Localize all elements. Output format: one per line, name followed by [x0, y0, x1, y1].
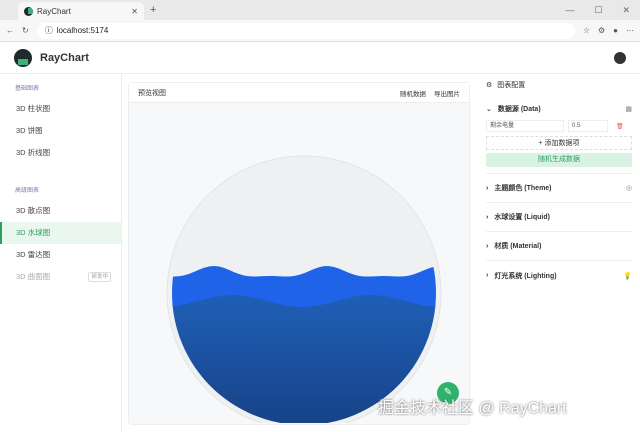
random-data-button[interactable]: 随机数据 [400, 88, 426, 98]
info-icon: ⓘ [44, 26, 53, 35]
tab-title: RayChart [37, 6, 71, 16]
browser-tab-bar: RayChart ✕ + — ☐ ✕ [0, 0, 640, 20]
sidebar-item-scatter[interactable]: 3D 散点图 [0, 200, 121, 222]
palette-icon: ◎ [625, 185, 632, 192]
wip-badge: 研发中 [88, 272, 111, 282]
section-label: 水球设置 (Liquid) [494, 214, 550, 221]
item-label: 3D 曲面图 [16, 272, 51, 281]
section-theme[interactable]: › 主题颜色 (Theme) ◎ [486, 174, 632, 203]
section-liquid[interactable]: › 水球设置 (Liquid) [486, 203, 632, 232]
sidebar-item-radar[interactable]: 3D 雷达图 [0, 244, 121, 266]
chevron-right-icon: › [486, 272, 489, 279]
sidebar-item-pie[interactable]: 3D 饼图 [0, 120, 121, 142]
group-label: 高级图表 [15, 188, 40, 194]
item-label: 3D 雷达图 [16, 250, 51, 259]
app-title: RayChart [40, 51, 89, 64]
item-label: 3D 饼图 [16, 126, 43, 135]
back-icon[interactable]: ← [6, 26, 14, 35]
profile-icon[interactable]: ● [613, 26, 618, 35]
favicon-icon [24, 6, 33, 16]
logo-icon [14, 48, 32, 67]
sidebar: 基础图表 3D 柱状图 3D 饼图 3D 折线图 高级图表 3D 散点图 3D … [0, 74, 122, 432]
maximize-icon[interactable]: ☐ [594, 5, 602, 16]
item-label: 3D 散点图 [16, 206, 51, 215]
section-label: 灯光系统 (Lighting) [494, 272, 557, 280]
new-tab-button[interactable]: + [150, 4, 156, 16]
sidebar-item-bar[interactable]: 3D 柱状图 [0, 98, 121, 120]
item-label: 3D 折线图 [16, 148, 51, 157]
data-name-input[interactable]: 剩余电量 [486, 120, 564, 132]
random-generate-button[interactable]: 随机生成数据 [486, 153, 632, 167]
grid-icon[interactable]: ▦ [625, 105, 632, 113]
chevron-down-icon[interactable]: ⌄ [486, 105, 492, 113]
liquid-chart-canvas[interactable] [129, 103, 469, 431]
section-material[interactable]: › 材质 (Material) [486, 232, 632, 261]
sidebar-item-liquid[interactable]: 3D 水球图 [0, 222, 121, 244]
extensions-icon[interactable]: ⚙ [598, 26, 605, 35]
section-label: 主题颜色 (Theme) [494, 185, 552, 192]
item-label: 3D 水球图 [16, 228, 51, 237]
config-panel: ⚙ 图表配置 ⌄ 数据源 (Data) ▦ 剩余电量 0.5 🗑 + 添加数据项 随机生成… [478, 74, 640, 432]
bulb-icon: 💡 [623, 272, 632, 280]
menu-icon[interactable]: ⋯ [626, 26, 634, 35]
chevron-right-icon: › [486, 242, 489, 250]
group-label: 基础图表 [15, 86, 40, 92]
reload-icon[interactable]: ↻ [22, 26, 29, 35]
address-bar: ← ↻ ⓘ localhost:5174 ☆ ⚙ ● ⋯ [0, 20, 640, 42]
add-data-button[interactable]: + 添加数据项 [486, 136, 632, 150]
data-section-title[interactable]: 数据源 (Data) [498, 104, 541, 114]
settings-icon: ⚙ [486, 82, 493, 89]
url-text: localhost:5174 [56, 26, 109, 35]
url-input[interactable]: ⓘ localhost:5174 [36, 22, 575, 39]
section-label: 材质 (Material) [494, 243, 542, 250]
favorite-icon[interactable]: ☆ [583, 26, 590, 35]
sidebar-item-line[interactable]: 3D 折线图 [0, 142, 121, 164]
browser-tab[interactable]: RayChart ✕ [18, 2, 144, 20]
preview-title: 预览视图 [138, 89, 166, 97]
sidebar-item-surface: 3D 曲面图 研发中 [0, 266, 121, 288]
chevron-right-icon: › [486, 213, 489, 221]
export-image-button[interactable]: 导出图片 [434, 88, 460, 98]
item-label: 3D 柱状图 [16, 104, 51, 113]
app-header: RayChart [0, 42, 640, 74]
preview-panel: 预览视图 随机数据 导出图片 [128, 82, 470, 431]
add-label: 添加数据项 [544, 140, 580, 147]
delete-icon[interactable]: 🗑 [616, 123, 624, 130]
data-value-input[interactable]: 0.5 [568, 120, 608, 132]
watermark: 掘金技术社区 @ RayChart [378, 400, 567, 417]
github-icon[interactable] [614, 51, 626, 64]
config-title: 图表配置 [497, 82, 526, 89]
section-lighting[interactable]: › 灯光系统 (Lighting) 💡 [486, 261, 632, 290]
minimize-icon[interactable]: — [565, 5, 574, 16]
close-tab-icon[interactable]: ✕ [131, 7, 138, 16]
chevron-right-icon: › [486, 184, 489, 192]
close-window-icon[interactable]: ✕ [622, 5, 630, 16]
